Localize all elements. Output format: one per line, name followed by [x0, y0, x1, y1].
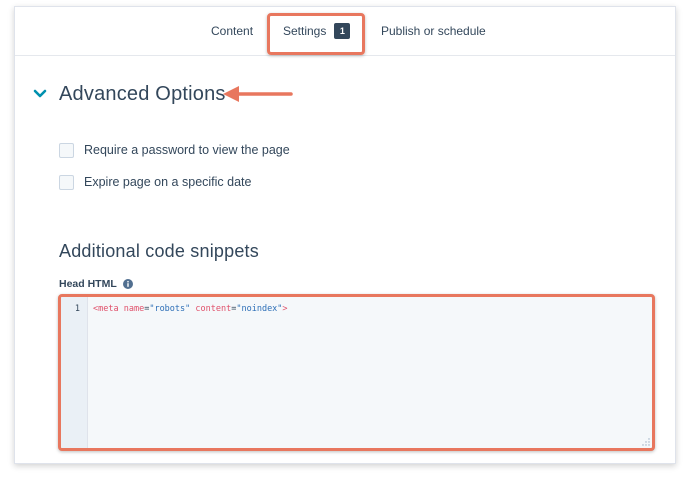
head-html-code-editor[interactable]: 1 <meta name="robots" content="noindex"> — [58, 294, 655, 451]
code-line[interactable]: <meta name="robots" content="noindex"> — [93, 304, 288, 314]
expire-page-option[interactable]: Expire page on a specific date — [59, 173, 251, 191]
settings-panel: Content Settings 1 Publish or schedule Ad… — [14, 6, 676, 464]
expire-page-checkbox[interactable] — [59, 174, 74, 190]
tab-content[interactable]: Content — [211, 7, 253, 55]
advanced-options-title: Advanced Options — [59, 82, 226, 105]
chevron-down-icon — [33, 89, 47, 98]
code-token-value-robots: "robots" — [149, 304, 191, 314]
tab-bar: Content Settings 1 Publish or schedule — [15, 7, 675, 56]
additional-code-snippets-title: Additional code snippets — [59, 241, 259, 261]
tab-publish-label: Publish or schedule — [381, 24, 486, 38]
tab-settings-label: Settings — [283, 24, 327, 38]
tab-settings[interactable]: Settings 1 — [283, 7, 351, 55]
editor-gutter: 1 — [61, 297, 88, 448]
tab-settings-badge: 1 — [334, 22, 351, 39]
expire-page-label: Expire page on a specific date — [84, 175, 252, 189]
advanced-options-toggle[interactable]: Advanced Options — [31, 79, 226, 109]
require-password-option[interactable]: Require a password to view the page — [59, 141, 290, 159]
require-password-checkbox[interactable] — [59, 142, 74, 158]
code-token-tag-open: <meta — [93, 304, 119, 314]
require-password-label: Require a password to view the page — [84, 143, 290, 157]
tab-publish-or-schedule[interactable]: Publish or schedule — [381, 7, 486, 55]
info-icon[interactable] — [122, 279, 133, 289]
line-number: 1 — [74, 304, 80, 314]
code-token-attr-name: name — [123, 304, 145, 314]
code-token-value-noindex: "noindex" — [236, 304, 283, 314]
head-html-label: Head HTML — [59, 278, 117, 290]
tab-content-label: Content — [211, 24, 254, 38]
code-token-tag-close: > — [282, 304, 288, 314]
arrow-left-icon — [223, 86, 293, 102]
resize-handle-icon[interactable] — [642, 438, 650, 446]
head-html-label-row: Head HTML — [59, 278, 133, 290]
code-token-attr-content: content — [195, 304, 232, 314]
